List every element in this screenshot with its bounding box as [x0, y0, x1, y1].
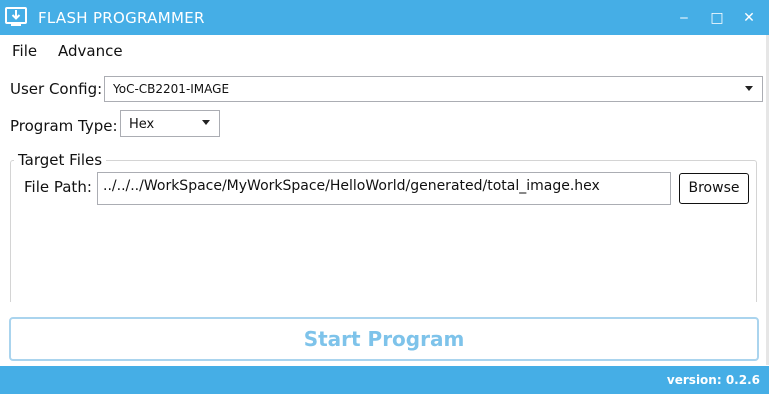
minimize-button[interactable]: ‒ [670, 6, 698, 30]
menu-bar: File Advance [0, 35, 769, 67]
version-label: version: 0.2.6 [666, 373, 760, 387]
program-type-label: Program Type: [10, 117, 118, 135]
close-button[interactable]: ✕ [735, 6, 763, 30]
dropdown-arrow-icon [202, 120, 210, 125]
file-path-label: File Path: [24, 178, 92, 196]
file-path-input[interactable]: ../../../WorkSpace/MyWorkSpace/HelloWorl… [97, 172, 671, 205]
program-type-value: Hex [129, 117, 155, 132]
menu-advance[interactable]: Advance [58, 42, 123, 60]
menu-file[interactable]: File [12, 42, 37, 60]
title-bar: FLASH PROGRAMMER ‒ □ ✕ [0, 0, 769, 35]
target-files-legend: Target Files [14, 151, 107, 169]
user-config-value: YoC-CB2201-IMAGE [113, 82, 230, 96]
maximize-button[interactable]: □ [703, 6, 731, 30]
status-bar: version: 0.2.6 [0, 366, 769, 394]
program-type-select[interactable]: Hex [120, 110, 220, 137]
user-config-label: User Config: [10, 80, 103, 98]
user-config-select[interactable]: YoC-CB2201-IMAGE [104, 76, 763, 102]
browse-button[interactable]: Browse [679, 173, 749, 204]
start-program-button[interactable]: Start Program [9, 317, 759, 361]
window-title: FLASH PROGRAMMER [38, 9, 205, 27]
dropdown-arrow-icon [745, 86, 753, 91]
download-icon [5, 7, 27, 26]
